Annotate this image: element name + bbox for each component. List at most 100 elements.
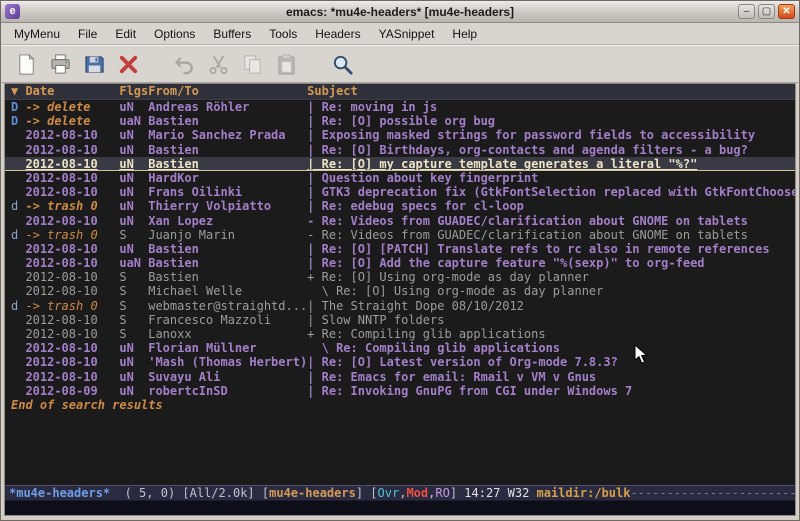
row-date: -> trash 0 — [25, 228, 119, 242]
row-flags: S — [119, 270, 148, 284]
header-row[interactable]: 2012-08-10uNFlorian Müllner \ Re: Compil… — [5, 341, 795, 355]
row-from: Lanoxx — [148, 327, 307, 341]
row-mark-prefix — [11, 185, 25, 199]
menu-options[interactable]: Options — [145, 25, 204, 43]
row-flags: uN — [119, 143, 148, 157]
row-date: 2012-08-10 — [25, 171, 119, 185]
new-file-icon[interactable] — [9, 49, 43, 79]
row-mark-prefix: d — [11, 199, 25, 213]
row-mark-prefix — [11, 313, 25, 327]
header-row[interactable]: D-> deleteuaNBastien| Re: [O] possible o… — [5, 114, 795, 128]
row-subject: | Re: [O] Latest version of Org-mode 7.8… — [307, 355, 795, 369]
row-subject: | Re: moving in js — [307, 100, 795, 114]
menu-file[interactable]: File — [69, 25, 106, 43]
header-row[interactable]: 2012-08-10uNSuvayu Ali| Re: Emacs for em… — [5, 370, 795, 384]
row-mark-prefix — [11, 157, 25, 170]
close-icon[interactable] — [111, 49, 145, 79]
save-icon[interactable] — [77, 49, 111, 79]
modeline-flag-ovr: Ovr — [378, 486, 400, 500]
header-row[interactable]: 2012-08-10SBastien+ Re: [O] Using org-mo… — [5, 270, 795, 284]
row-from: Suvayu Ali — [148, 370, 307, 384]
paste-icon[interactable] — [269, 49, 303, 79]
row-flags: uN — [119, 214, 148, 228]
row-date: 2012-08-10 — [25, 313, 119, 327]
menu-edit[interactable]: Edit — [106, 25, 145, 43]
undo-icon[interactable] — [167, 49, 201, 79]
header-row[interactable]: 2012-08-10SMichael Welle \ Re: [O] Using… — [5, 284, 795, 298]
header-row[interactable]: 2012-08-10uNFrans Oilinki| GTK3 deprecat… — [5, 185, 795, 199]
row-flags: uN — [119, 199, 148, 213]
column-header-from[interactable]: From/To — [148, 84, 307, 98]
header-row[interactable]: 2012-08-10uNBastien| Re: [O] my capture … — [5, 157, 795, 171]
cut-icon[interactable] — [201, 49, 235, 79]
headers-column-header: ▼ DateFlgsFrom/ToSubject — [5, 84, 795, 100]
header-row[interactable]: d-> trash 0uNThierry Volpiatto| Re: edeb… — [5, 199, 795, 213]
row-from: Bastien — [148, 270, 307, 284]
modeline-week: W32 — [508, 486, 537, 500]
row-from: Bastien — [148, 114, 307, 128]
echo-area[interactable] — [5, 500, 795, 515]
row-subject: | Re: [O] Birthdays, org-contacts and ag… — [307, 143, 795, 157]
copy-icon[interactable] — [235, 49, 269, 79]
header-row[interactable]: 2012-08-10uNHardKor| Question about key … — [5, 171, 795, 185]
row-from: Michael Welle — [148, 284, 307, 298]
menu-headers[interactable]: Headers — [306, 25, 369, 43]
minimize-button[interactable]: – — [738, 4, 755, 19]
row-from: Bastien — [148, 242, 307, 256]
row-from: Bastien — [148, 256, 307, 270]
header-row[interactable]: 2012-08-10SLanoxx+ Re: Compiling glib ap… — [5, 327, 795, 341]
menu-tools[interactable]: Tools — [260, 25, 306, 43]
modeline-buffer-name: *mu4e-headers* — [9, 486, 117, 500]
row-flags: S — [119, 299, 148, 313]
row-date: 2012-08-10 — [25, 370, 119, 384]
row-subject: - Re: Videos from GUADEC/clarification a… — [307, 228, 795, 242]
row-from: Frans Oilinki — [148, 185, 307, 199]
modeline-fill: ----------------------------------------… — [630, 486, 795, 500]
menu-help[interactable]: Help — [443, 25, 486, 43]
row-from: robertcInSD — [148, 384, 307, 398]
modeline-flag-ro: RO — [435, 486, 449, 500]
row-subject: | Slow NNTP folders — [307, 313, 795, 327]
column-header-flags[interactable]: Flgs — [119, 84, 148, 98]
row-flags: S — [119, 228, 148, 242]
header-row[interactable]: d-> trash 0SJuanjo Marin- Re: Videos fro… — [5, 228, 795, 242]
header-row[interactable]: 2012-08-10uNBastien| Re: [O] [PATCH] Tra… — [5, 242, 795, 256]
header-row[interactable]: d-> trash 0Swebmaster@straightd...| The … — [5, 299, 795, 313]
row-date: -> trash 0 — [25, 199, 119, 213]
header-row[interactable]: D-> deleteuNAndreas Röhler| Re: moving i… — [5, 100, 795, 114]
row-subject: | Re: edebug specs for cl-loop — [307, 199, 795, 213]
row-from: Bastien — [148, 157, 307, 170]
print-icon[interactable] — [43, 49, 77, 79]
column-header-date[interactable]: Date — [25, 84, 119, 98]
header-row[interactable]: 2012-08-10uNMario Sanchez Prada| Exposin… — [5, 128, 795, 142]
row-date: 2012-08-10 — [25, 214, 119, 228]
row-mark-prefix: d — [11, 299, 25, 313]
header-row[interactable]: 2012-08-10uNBastien| Re: [O] Birthdays, … — [5, 143, 795, 157]
mouse-cursor — [634, 344, 648, 365]
maximize-button[interactable]: ▢ — [758, 4, 775, 19]
header-row[interactable]: 2012-08-10uN'Mash (Thomas Herbert)| Re: … — [5, 355, 795, 369]
row-from: Florian Müllner — [148, 341, 307, 355]
menu-buffers[interactable]: Buffers — [204, 25, 260, 43]
sort-indicator-icon: ▼ — [11, 84, 25, 98]
row-mark-prefix — [11, 327, 25, 341]
search-icon[interactable] — [325, 49, 359, 79]
column-header-subject[interactable]: Subject — [307, 84, 795, 98]
row-subject: | Re: Invoking GnuPG from CGI under Wind… — [307, 384, 795, 398]
row-mark-prefix — [11, 214, 25, 228]
menu-mymenu[interactable]: MyMenu — [5, 25, 69, 43]
row-date: 2012-08-10 — [25, 256, 119, 270]
menu-yasnippet[interactable]: YASnippet — [370, 25, 444, 43]
row-from: Francesco Mazzoli — [148, 313, 307, 327]
row-flags: S — [119, 327, 148, 341]
row-mark-prefix — [11, 355, 25, 369]
header-row[interactable]: 2012-08-10uNXan Lopez- Re: Videos from G… — [5, 214, 795, 228]
close-button[interactable]: ✕ — [778, 4, 795, 19]
row-mark-prefix: d — [11, 228, 25, 242]
header-row[interactable]: 2012-08-10uaNBastien| Re: [O] Add the ca… — [5, 256, 795, 270]
row-subject: \ Re: Compiling glib applications — [307, 341, 795, 355]
header-row[interactable]: 2012-08-10SFrancesco Mazzoli| Slow NNTP … — [5, 313, 795, 327]
row-subject: | Exposing masked strings for password f… — [307, 128, 795, 142]
row-mark-prefix: D — [11, 100, 25, 114]
header-row[interactable]: 2012-08-09uNrobertcInSD| Re: Invoking Gn… — [5, 384, 795, 398]
